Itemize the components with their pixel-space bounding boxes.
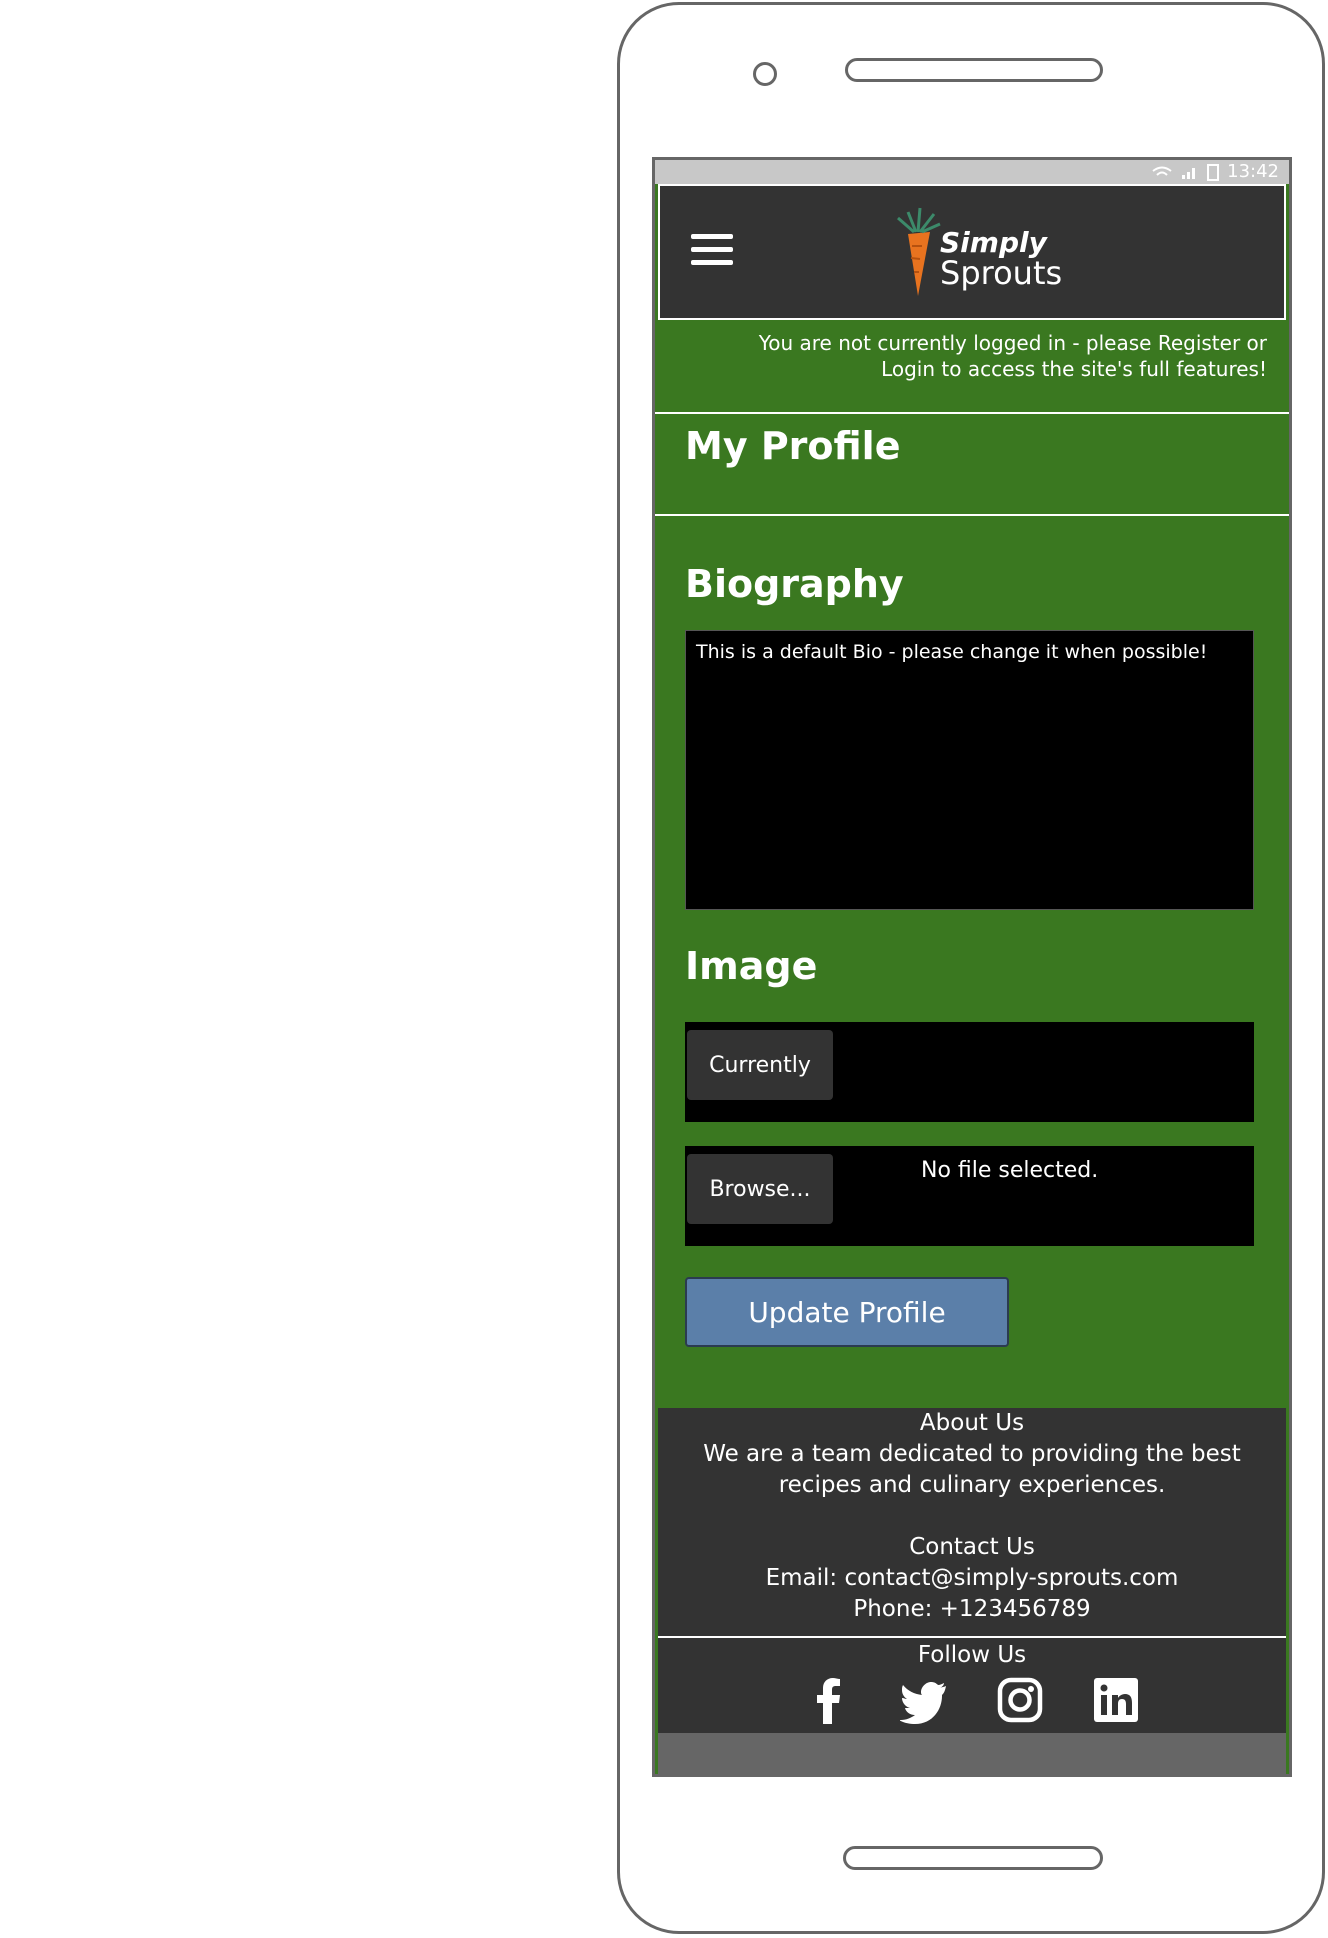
biography-textarea[interactable]: This is a default Bio - please change it… [685, 630, 1254, 910]
twitter-icon[interactable] [899, 1676, 948, 1724]
bottom-nav-strip [658, 1733, 1286, 1774]
instagram-icon[interactable] [996, 1676, 1044, 1724]
contact-heading: Contact Us [909, 1534, 1035, 1560]
phone-screen: 13:42 Simply Sprouts You are not current… [652, 157, 1292, 1777]
status-time: 13:42 [1227, 161, 1279, 182]
bottom-speaker [843, 1846, 1103, 1870]
earpiece-speaker [845, 58, 1103, 82]
camera-icon [753, 62, 777, 86]
carrot-icon [897, 207, 941, 296]
footer-divider [658, 1636, 1286, 1638]
file-status-text: No file selected. [921, 1158, 1099, 1183]
profile-title-bar: My Profile [655, 412, 1289, 516]
currently-button[interactable]: Currently [687, 1030, 833, 1100]
status-bar: 13:42 [655, 160, 1289, 184]
site-footer: About Us We are a team dedicated to prov… [658, 1408, 1286, 1733]
hamburger-icon[interactable] [691, 234, 733, 270]
login-notice: You are not currently logged in - please… [655, 320, 1289, 410]
biography-heading: Biography [685, 562, 904, 606]
social-links [658, 1676, 1286, 1724]
login-notice-text: You are not currently logged in - please… [758, 331, 1267, 381]
facebook-icon[interactable] [804, 1676, 852, 1724]
logo-text-sprouts: Sprouts [940, 254, 1063, 292]
follow-heading: Follow Us [917, 1642, 1027, 1668]
site-logo[interactable]: Simply Sprouts [878, 206, 1068, 302]
page-title: My Profile [685, 424, 901, 468]
logo-text: Simply Sprouts [940, 228, 1063, 292]
about-heading: About Us [919, 1410, 1025, 1436]
browse-button[interactable]: Browse... [687, 1154, 833, 1224]
signal-icon [1182, 167, 1196, 179]
wifi-icon [1152, 166, 1172, 176]
linkedin-icon[interactable] [1092, 1676, 1140, 1724]
site-header: Simply Sprouts [658, 184, 1286, 320]
image-heading: Image [685, 944, 818, 988]
about-text: We are a team dedicated to providing the… [703, 1441, 1241, 1498]
contact-phone: Phone: +123456789 [853, 1596, 1091, 1622]
contact-email[interactable]: Email: contact@simply-sprouts.com [658, 1563, 1286, 1594]
update-profile-button[interactable]: Update Profile [685, 1277, 1009, 1347]
battery-icon [1207, 163, 1220, 181]
status-icons: 13:42 [1151, 161, 1279, 182]
current-image-row: Currently [685, 1022, 1254, 1122]
file-input-row: Browse... No file selected. [685, 1146, 1254, 1246]
